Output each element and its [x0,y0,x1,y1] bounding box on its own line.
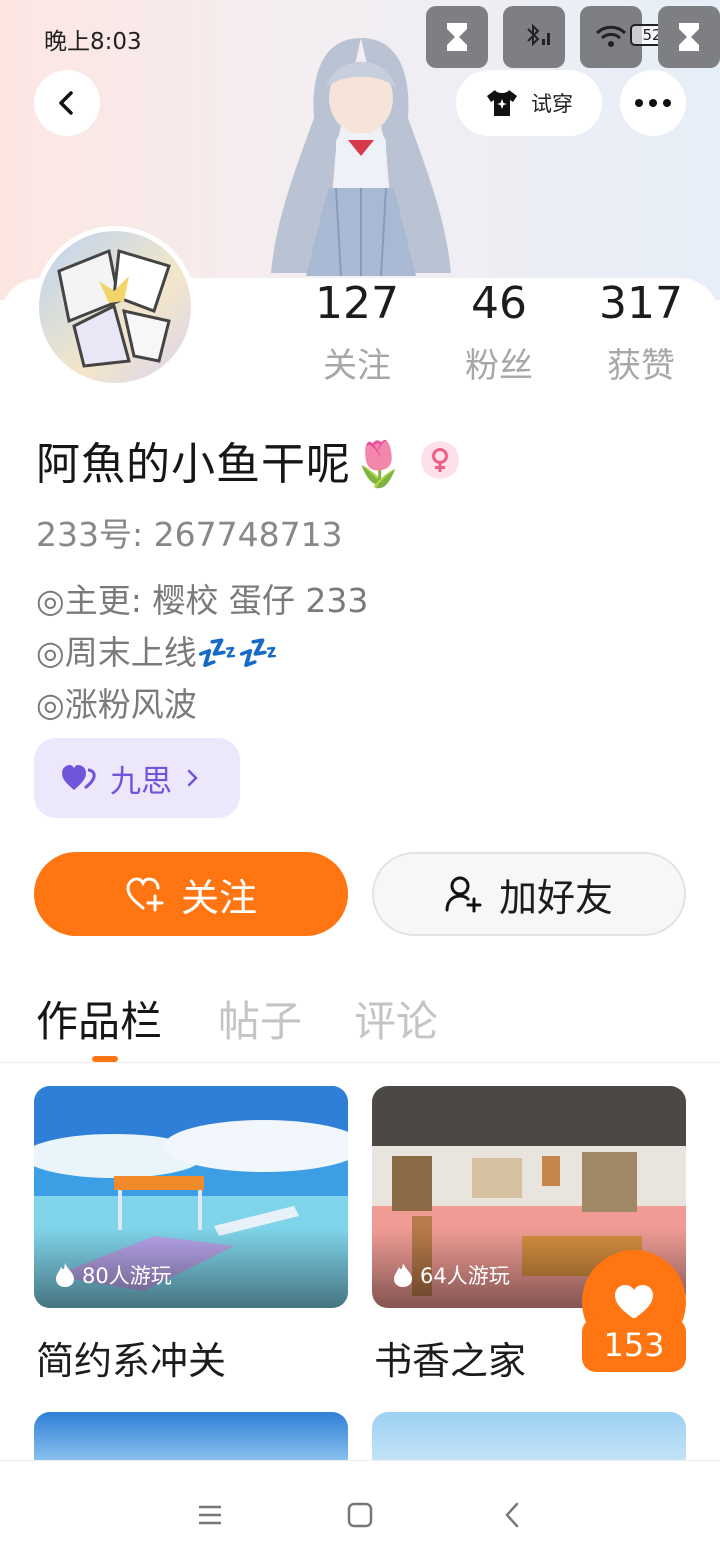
floating-like-button[interactable]: 153 [582,1250,686,1372]
home-icon[interactable] [340,1495,380,1535]
work-title[interactable]: 简约系冲关 [36,1330,226,1385]
try-on-label: 试穿 [531,92,573,116]
heart-plus-icon [126,877,164,912]
tshirt-sparkle-icon [487,90,517,116]
hearts-icon [62,765,96,790]
more-options-button[interactable] [620,70,686,136]
add-friend-button[interactable]: 加好友 [372,852,686,936]
stat-following-label: 关注 [323,346,391,386]
work-card[interactable]: 80人游玩 [34,1086,348,1308]
name-row: 阿魚的小鱼干呢🌷 [36,428,459,492]
stat-fans-value: 46 [471,278,527,329]
like-count: 153 [582,1318,686,1372]
female-gender-icon [420,441,459,479]
heart-icon [615,1285,653,1319]
tab-comments[interactable]: 评论 [354,988,438,1049]
stat-fans-label: 粉丝 [465,346,533,386]
bio-line: ◎主更: 樱校 蛋仔 233 [36,581,369,620]
system-nav-bar [0,1460,720,1560]
status-bar: 晚上8:03 52 [0,0,720,70]
play-count-text: 80人游玩 [82,1264,172,1288]
menu-icon[interactable] [190,1495,230,1535]
play-count-text: 64人游玩 [420,1264,510,1288]
back-button[interactable] [34,70,100,136]
work-title[interactable]: 书香之家 [374,1330,526,1385]
hourglass-icon [658,6,720,68]
divider [0,1062,720,1063]
avatar[interactable] [34,226,196,388]
chevron-right-icon [187,769,198,787]
user-id: 233号: 267748713 [36,515,343,554]
bio-line: ◎涨粉风波 [36,685,197,724]
flame-icon [56,1263,74,1287]
stat-likes-label: 获赞 [607,346,675,386]
club-tag-chip[interactable]: 九思 [34,738,240,818]
stat-likes-value: 317 [599,278,683,329]
add-user-icon [445,876,482,913]
avatar-image [57,248,171,368]
stat-likes[interactable]: 317 获赞 [586,280,696,387]
stat-following-value: 127 [315,278,399,329]
user-name: 阿魚的小鱼干呢🌷 [36,439,407,490]
more-dots-icon [635,99,671,107]
try-on-button[interactable]: 试穿 [456,70,602,136]
club-tag-label: 九思 [110,763,172,800]
chevron-left-icon [59,91,73,115]
stat-following[interactable]: 127 关注 [302,280,412,387]
play-count: 80人游玩 [54,1260,172,1290]
add-friend-label: 加好友 [498,875,613,920]
status-time: 晚上8:03 [44,29,142,55]
follow-button[interactable]: 关注 [34,852,348,936]
stat-fans[interactable]: 46 粉丝 [444,280,554,387]
flame-icon [394,1263,412,1287]
bluetooth-signal-icon [503,6,565,68]
tab-posts[interactable]: 帖子 [218,988,302,1049]
follow-label: 关注 [180,875,257,920]
hourglass-icon [426,6,488,68]
play-count: 64人游玩 [392,1260,510,1290]
back-nav-icon[interactable] [492,1495,532,1535]
tab-works[interactable]: 作品栏 [36,988,162,1049]
bio-line: ◎周末上线💤💤 [36,633,279,672]
